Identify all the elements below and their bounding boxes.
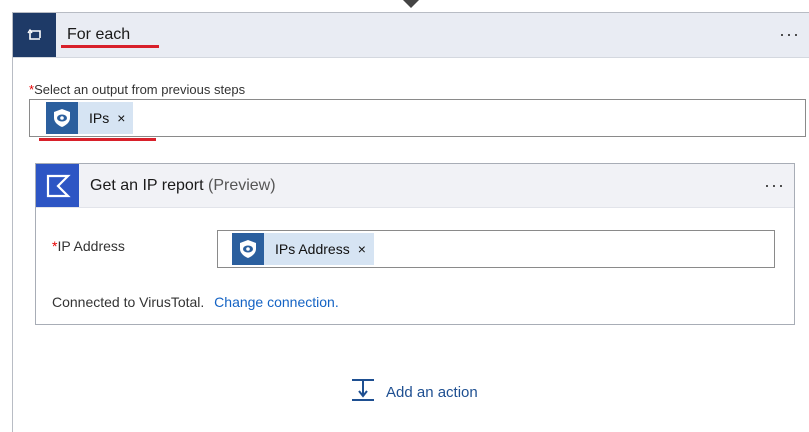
ip-address-label: *IP Address (52, 238, 125, 254)
token-label: IPs Address (275, 241, 350, 257)
ip-report-header[interactable]: Get an IP report (Preview) ··· (36, 164, 794, 208)
shield-eye-icon (232, 233, 264, 265)
virustotal-icon (36, 164, 79, 207)
highlight-underline (61, 45, 159, 48)
ip-report-title: Get an IP report (Preview) (90, 177, 276, 194)
shield-eye-icon (46, 102, 78, 134)
remove-token-button[interactable]: × (117, 110, 125, 126)
change-connection-link[interactable]: Change connection. (214, 294, 339, 310)
ips-token[interactable]: IPs × (46, 102, 134, 134)
foreach-card: For each ··· *Select an output from prev… (12, 12, 809, 432)
foreach-header[interactable]: For each ··· (13, 13, 809, 58)
add-action-button[interactable]: Add an action (350, 377, 478, 408)
remove-token-button[interactable]: × (358, 241, 366, 257)
token-label: IPs (89, 110, 110, 126)
ip-address-input[interactable]: IPs Address × (217, 230, 775, 268)
more-options-button[interactable]: ··· (764, 176, 785, 194)
more-options-button[interactable]: ··· (779, 25, 800, 43)
select-output-input[interactable]: IPs × (29, 99, 806, 137)
select-output-label: *Select an output from previous steps (29, 82, 246, 97)
connected-text: Connected to VirusTotal. (52, 294, 205, 310)
connector-arrow (403, 0, 419, 8)
highlight-underline (39, 138, 156, 141)
foreach-title: For each (67, 26, 131, 43)
ip-report-card: Get an IP report (Preview) ··· *IP Addre… (35, 163, 795, 325)
connection-info: Connected to VirusTotal. Change connecti… (52, 294, 339, 310)
ips-address-token[interactable]: IPs Address × (232, 233, 374, 265)
loop-icon (13, 13, 56, 57)
add-action-icon (350, 377, 376, 408)
add-action-label: Add an action (386, 384, 478, 401)
